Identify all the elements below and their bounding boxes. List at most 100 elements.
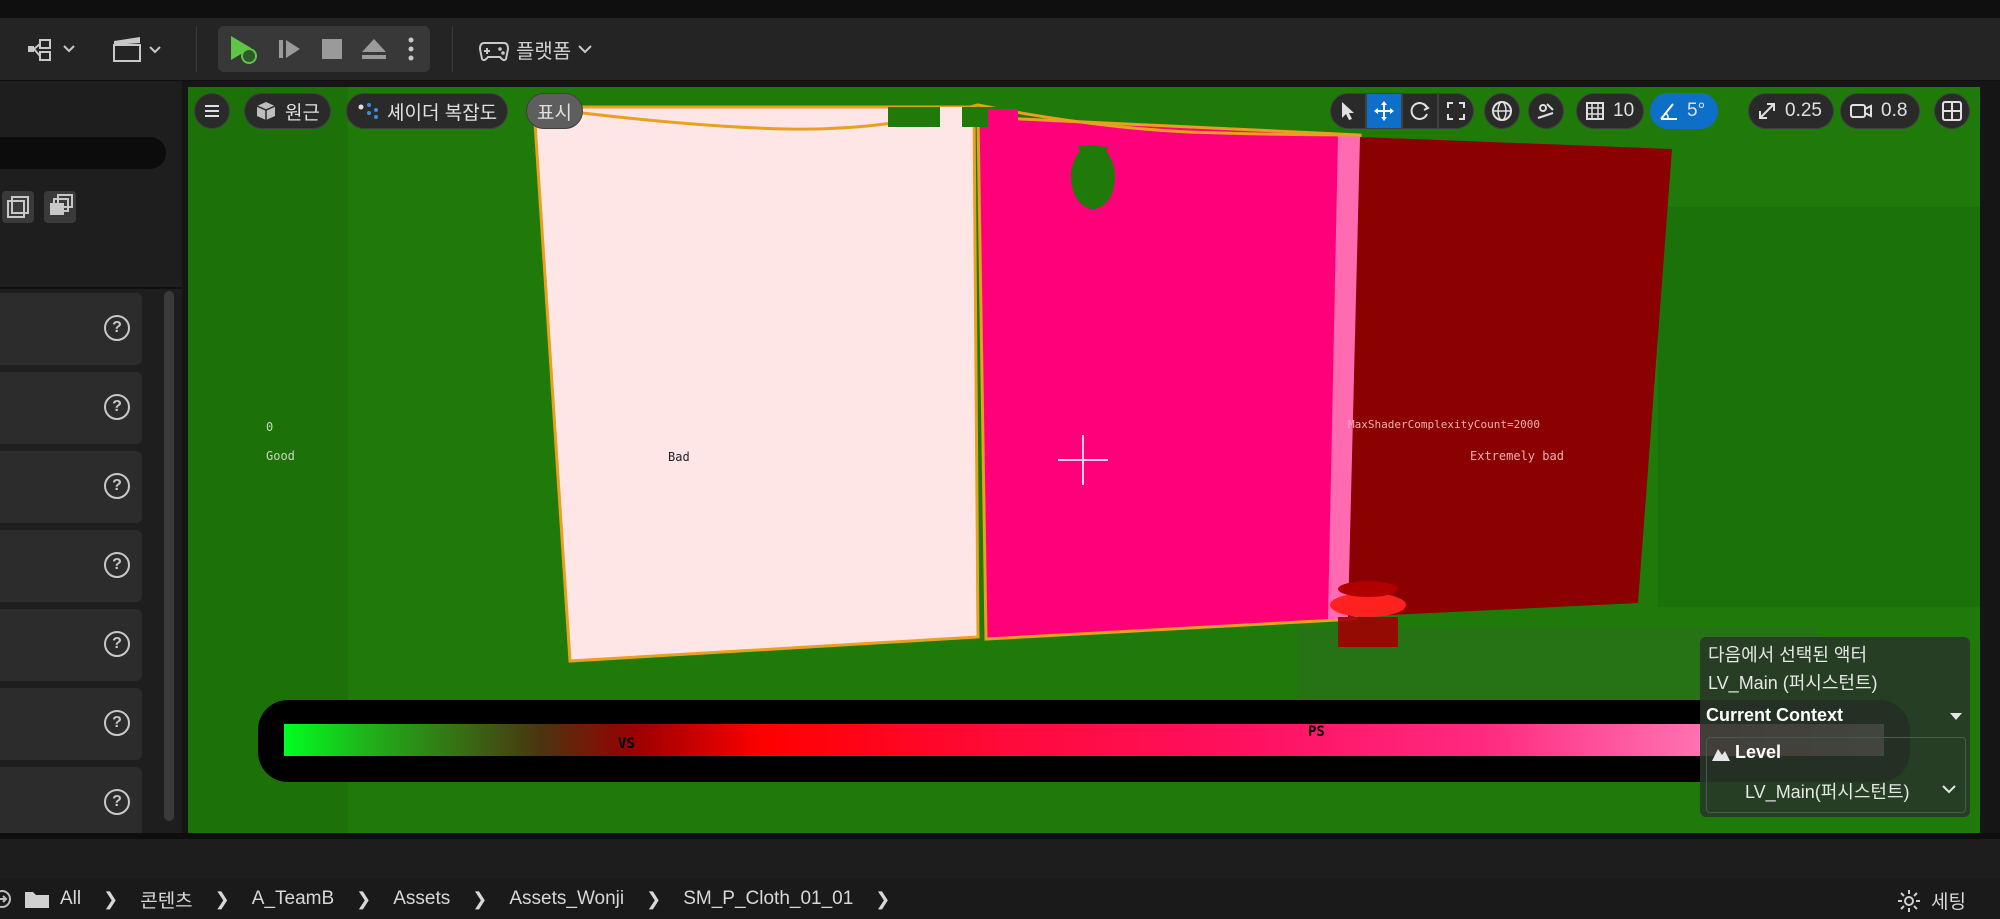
settings-button[interactable]: 세팅 bbox=[1897, 887, 1966, 914]
breadcrumb-cloth[interactable]: SM_P_Cloth_01_01 bbox=[683, 888, 853, 910]
cube-icon bbox=[256, 102, 276, 120]
scene-label-extremely-bad: Extremely bad bbox=[1470, 449, 1564, 463]
legend-ps-label: PS bbox=[1308, 724, 1325, 740]
globe-icon bbox=[1492, 101, 1512, 121]
help-icon[interactable]: ? bbox=[104, 552, 130, 578]
clapperboard-icon bbox=[113, 37, 161, 62]
view-mode-button[interactable]: 셰이더 복잡도 bbox=[346, 93, 509, 129]
more-vertical-icon bbox=[408, 37, 414, 61]
breadcrumb-chevron-icon: ❯ bbox=[356, 888, 372, 909]
details-row[interactable]: ? bbox=[0, 688, 142, 760]
scale-mode-button[interactable] bbox=[1438, 93, 1474, 129]
current-context-label: Current Context bbox=[1706, 705, 1844, 725]
help-icon[interactable]: ? bbox=[104, 394, 130, 420]
select-mode-button[interactable] bbox=[1330, 93, 1366, 129]
camera-speed-button[interactable]: 0.8 bbox=[1840, 93, 1920, 129]
complexity-gradient-bar bbox=[284, 724, 1884, 756]
scene-label-max-count: MaxShaderComplexityCount=2000 bbox=[1348, 418, 1541, 431]
content-path-bar: All ❯ 콘텐츠 ❯ A_TeamB ❯ Assets ❯ Assets_Wo… bbox=[0, 879, 2000, 919]
panel-scrollbar[interactable] bbox=[164, 291, 174, 821]
world-space-button[interactable] bbox=[1484, 93, 1520, 129]
panel-divider bbox=[0, 287, 182, 289]
layout-icon bbox=[1942, 101, 1962, 121]
camera-icon bbox=[1850, 104, 1872, 118]
eject-icon bbox=[362, 39, 386, 59]
advance-frame-button[interactable] bbox=[272, 32, 308, 66]
caret-down-icon[interactable] bbox=[1948, 711, 1964, 723]
chevron-down-icon bbox=[578, 45, 592, 54]
breadcrumb-assets-wonji[interactable]: Assets_Wonji bbox=[509, 888, 624, 910]
viewport-options-button[interactable] bbox=[194, 93, 230, 129]
legend-vs-label: VS bbox=[618, 736, 635, 752]
perspective-button[interactable]: 원근 bbox=[244, 93, 331, 129]
breadcrumb-teamb[interactable]: A_TeamB bbox=[252, 888, 334, 910]
cinematics-menu-button[interactable] bbox=[108, 32, 168, 66]
rotate-mode-button[interactable] bbox=[1402, 93, 1438, 129]
left-details-panel: ? ? ? ? ? ? ? bbox=[0, 81, 182, 839]
play-button[interactable] bbox=[224, 32, 260, 66]
folder-icon bbox=[25, 892, 49, 908]
selection-title-line2: LV_Main (퍼시스턴트) bbox=[1708, 673, 1878, 693]
eject-button[interactable] bbox=[356, 32, 392, 66]
platform-menu-button[interactable]: 플랫폼 bbox=[478, 32, 593, 66]
blueprint-menu-button[interactable] bbox=[22, 32, 82, 66]
surface-snap-icon bbox=[1537, 103, 1554, 119]
history-back-icon[interactable] bbox=[0, 888, 16, 910]
help-icon[interactable]: ? bbox=[104, 631, 130, 657]
stack-icon[interactable] bbox=[44, 191, 76, 223]
grid-icon bbox=[1586, 102, 1604, 120]
scale-snap-button[interactable]: 0.25 bbox=[1748, 93, 1834, 129]
scale-snap-icon bbox=[1759, 103, 1775, 119]
play-options-button[interactable] bbox=[398, 32, 424, 66]
details-row[interactable]: ? bbox=[0, 609, 142, 681]
breadcrumb-chevron-icon: ❯ bbox=[646, 888, 662, 909]
details-row[interactable]: ? bbox=[0, 451, 142, 523]
scale-snap-value: 0.25 bbox=[1785, 100, 1822, 121]
hierarchy-icon bbox=[28, 39, 75, 61]
details-row[interactable]: ? bbox=[0, 372, 142, 444]
stop-icon bbox=[322, 39, 342, 59]
details-row[interactable]: ? bbox=[0, 530, 142, 602]
scene-label-bad: Bad bbox=[668, 450, 690, 464]
surface-snap-button[interactable] bbox=[1528, 93, 1564, 129]
breadcrumb-chevron-icon: ❯ bbox=[472, 888, 488, 909]
breadcrumb-all[interactable]: All bbox=[60, 888, 81, 910]
cursor-icon bbox=[1342, 102, 1354, 120]
layers-icon[interactable] bbox=[2, 191, 34, 223]
help-icon[interactable]: ? bbox=[104, 315, 130, 341]
level-icon bbox=[1712, 749, 1730, 761]
viewport-layout-button[interactable] bbox=[1934, 93, 1970, 129]
breadcrumb-assets[interactable]: Assets bbox=[393, 888, 450, 910]
search-input[interactable] bbox=[0, 137, 166, 169]
move-icon bbox=[1374, 101, 1394, 121]
gamepad-icon bbox=[478, 42, 510, 62]
scale-icon bbox=[1447, 102, 1465, 120]
selection-context-panel: 다음에서 선택된 액터 LV_Main (퍼시스턴트) Current Cont… bbox=[1700, 637, 1970, 817]
help-icon[interactable]: ? bbox=[104, 789, 130, 815]
camera-speed-value: 0.8 bbox=[1881, 100, 1908, 121]
step-forward-icon bbox=[279, 40, 300, 58]
details-row[interactable]: ? bbox=[0, 767, 142, 839]
angle-snap-button[interactable]: 5° bbox=[1650, 93, 1718, 129]
bottom-panel bbox=[0, 839, 2000, 879]
stop-button[interactable] bbox=[314, 32, 350, 66]
grid-snap-button[interactable]: 10 bbox=[1576, 93, 1644, 129]
show-label: 표시 bbox=[537, 102, 572, 124]
help-icon[interactable]: ? bbox=[104, 710, 130, 736]
chevron-down-icon bbox=[1942, 785, 1956, 794]
angle-snap-value: 5° bbox=[1687, 100, 1706, 121]
view-mode-label: 셰이더 복잡도 bbox=[387, 102, 498, 124]
scene-label-zero: 0 bbox=[266, 420, 274, 434]
level-value: LV_Main(퍼시스턴트) bbox=[1745, 782, 1910, 802]
help-icon[interactable]: ? bbox=[104, 473, 130, 499]
show-button[interactable]: 표시 bbox=[526, 93, 583, 129]
scene-label-good: Good bbox=[266, 449, 295, 463]
shader-complexity-legend: VS PS bbox=[258, 700, 1910, 782]
level-context-box[interactable]: Level LV_Main(퍼시스턴트) bbox=[1706, 737, 1966, 813]
settings-label: 세팅 bbox=[1931, 892, 1966, 913]
gear-icon bbox=[1898, 889, 1921, 912]
translate-mode-button[interactable] bbox=[1366, 93, 1402, 129]
level-label: Level bbox=[1735, 742, 1782, 762]
details-row[interactable]: ? bbox=[0, 293, 142, 365]
breadcrumb-content[interactable]: 콘텐츠 bbox=[140, 886, 192, 913]
